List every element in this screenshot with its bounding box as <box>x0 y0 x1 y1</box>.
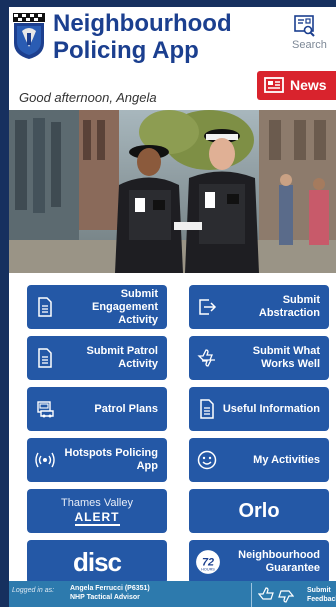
app-title: Neighbourhood Policing App <box>53 10 232 64</box>
greeting-text: Good afternoon, Angela <box>19 90 157 105</box>
user-role: NHP Tactical Advisor <box>70 594 140 601</box>
tile-submit-abstraction[interactable]: Submit Abstraction <box>189 285 329 329</box>
logged-in-label: Logged in as: <box>12 587 55 594</box>
feedback-label-line2: Feedback <box>307 596 336 603</box>
document-icon <box>200 399 214 419</box>
disc-logo: disc <box>27 540 167 584</box>
police-crest-logo <box>13 13 45 59</box>
car-icon <box>37 401 54 418</box>
svg-text:72: 72 <box>202 556 214 568</box>
window-frame: Neighbourhood Policing App Search News G… <box>0 0 336 607</box>
user-name: Angela Ferrucci (P6351) <box>70 585 150 592</box>
app-title-line1: Neighbourhood <box>53 10 232 37</box>
svg-text:HOURS: HOURS <box>201 568 215 572</box>
orlo-logo: Orlo <box>189 489 329 533</box>
disc-wordmark: disc <box>72 546 122 577</box>
tile-submit-patrol[interactable]: Submit Patrol Activity <box>27 336 167 380</box>
exit-arrow-icon <box>199 299 217 315</box>
tile-label: Useful Information <box>222 402 320 415</box>
tile-thames-valley-alert[interactable]: Thames Valley ALERT <box>27 489 167 533</box>
tile-what-works-well[interactable]: Submit What Works Well <box>189 336 329 380</box>
tile-label: Patrol Plans <box>94 402 158 415</box>
tile-label: Submit Abstraction <box>258 294 320 319</box>
app-title-line2: Policing App <box>53 37 199 64</box>
radio-signal-icon <box>35 452 55 468</box>
tile-grid: Submit Engagement Activity Submit Abstra… <box>9 273 336 584</box>
search-button[interactable]: Search <box>291 13 336 57</box>
thumbs-feedback-icon <box>258 587 294 603</box>
feedback-label-line1: Submit <box>307 587 331 594</box>
tile-my-activities[interactable]: My Activities <box>189 438 329 482</box>
feedback-label: Submit Feedback <box>307 586 336 604</box>
search-label: Search <box>292 39 327 51</box>
orlo-wordmark: Orlo <box>238 499 280 522</box>
news-button[interactable]: News <box>257 71 336 100</box>
tile-label: Submit Patrol Activity <box>86 345 158 370</box>
72-hours-icon: 72 HOURS <box>196 550 220 574</box>
tile-label: My Activities <box>253 453 320 466</box>
tile-useful-information[interactable]: Useful Information <box>189 387 329 431</box>
document-icon <box>38 348 52 368</box>
tv-alert-logo: Thames Valley ALERT <box>27 489 167 533</box>
tv-alert-line1: Thames Valley <box>61 497 133 509</box>
submit-feedback-button[interactable]: Submit Feedback <box>251 583 336 607</box>
tile-orlo[interactable]: Orlo <box>189 489 329 533</box>
smiley-icon <box>197 450 217 470</box>
tile-label: Submit Engagement Activity <box>91 287 158 326</box>
tile-patrol-plans[interactable]: Patrol Plans <box>27 387 167 431</box>
tile-submit-engagement[interactable]: Submit Engagement Activity <box>27 285 167 329</box>
tile-disc[interactable]: disc <box>27 540 167 584</box>
tv-alert-line2: ALERT <box>74 510 120 526</box>
tile-label: Neighbourhood Guarantee <box>238 549 320 574</box>
hero-photo-officers <box>9 110 336 273</box>
tile-label: Hotspots Policing App <box>64 447 159 472</box>
tile-neighbourhood-guarantee[interactable]: 72 HOURS Neighbourhood Guarantee <box>189 540 329 584</box>
app-screen: Neighbourhood Policing App Search News G… <box>9 7 336 607</box>
document-icon <box>38 297 52 317</box>
newspaper-icon <box>264 77 284 93</box>
search-icon <box>294 15 315 37</box>
tile-hotspots-policing[interactable]: Hotspots Policing App <box>27 438 167 482</box>
thumbs-icon <box>197 349 215 367</box>
tile-label: Submit What Works Well <box>252 345 320 370</box>
news-label: News <box>290 77 327 93</box>
status-footer: Logged in as: Angela Ferrucci (P6351) NH… <box>9 581 336 607</box>
